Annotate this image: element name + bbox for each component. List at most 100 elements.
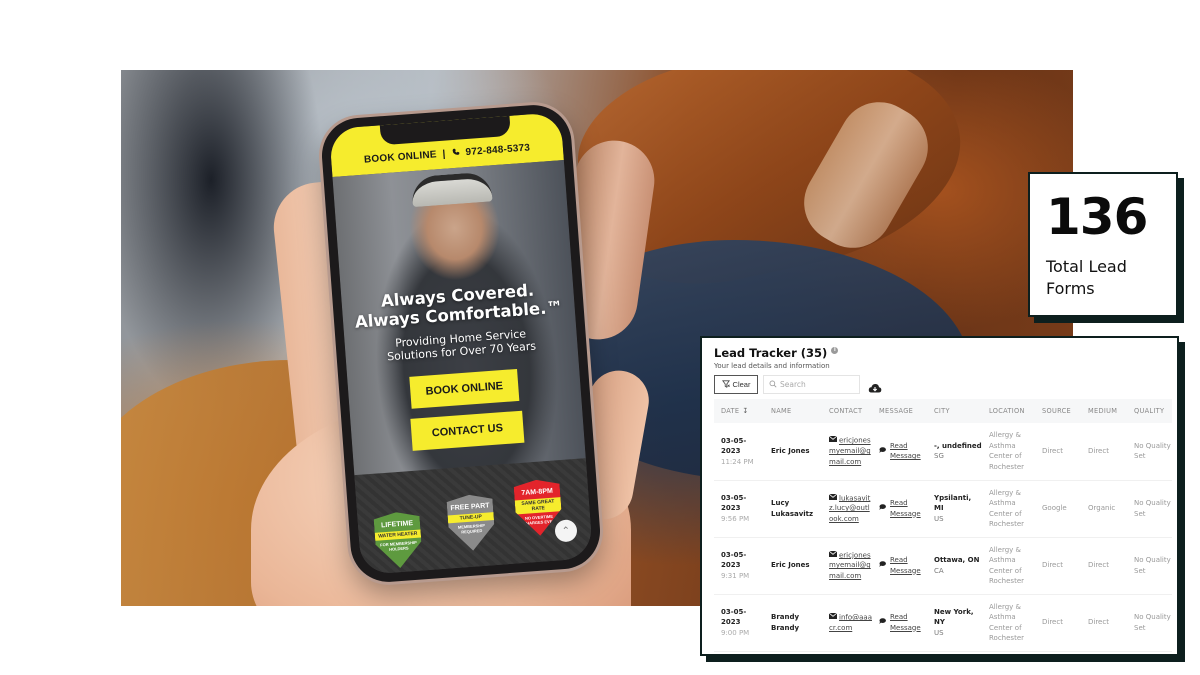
search-input[interactable] <box>780 380 850 389</box>
cell-location: Allergy & Asthma Center of Rochester <box>982 480 1035 538</box>
read-message-link[interactable]: Read Message <box>890 498 927 519</box>
chat-bubble-icon <box>879 617 886 628</box>
cell-source: Direct <box>1035 423 1081 481</box>
cell-city: Ottawa, ON CA <box>927 537 982 595</box>
sort-descending-icon[interactable]: ↧ <box>742 407 748 415</box>
badge-caption: MEMBERSHIP REQUIRED <box>457 522 486 535</box>
column-header-location[interactable]: LOCATION <box>982 399 1035 423</box>
lead-location: Allergy & Asthma Center of Rochester <box>989 602 1024 643</box>
lead-tracker-panel: Lead Tracker (35) i Your lead details an… <box>700 336 1179 656</box>
info-icon[interactable]: i <box>831 346 839 354</box>
badge-free-part[interactable]: FREE PART TUNE-UP MEMBERSHIP REQUIRED <box>446 493 496 552</box>
lead-city: Ypsilanti, MI <box>934 493 972 513</box>
column-header-medium[interactable]: MEDIUM <box>1081 399 1127 423</box>
lead-time: 11:24 PM <box>721 457 754 466</box>
cell-city: Ypsilanti, MI US <box>927 480 982 538</box>
table-row[interactable]: 03-05-2023 9:31 PM Eric Jones ericjonesmy… <box>714 537 1172 595</box>
hero-headline: Always Covered. Always Comfortable.™ <box>341 278 575 333</box>
lead-medium: Direct <box>1088 618 1109 627</box>
cloud-download-icon[interactable] <box>868 379 882 392</box>
column-header-contact[interactable]: CONTACT <box>822 399 872 423</box>
lead-date: 03-05-2023 <box>721 493 747 513</box>
lead-tracker-title: Lead Tracker (35) <box>714 346 828 360</box>
lead-tracker-toolbar: Clear <box>714 375 1165 394</box>
lead-city: Ottawa, ON <box>934 556 980 564</box>
lead-date: 03-05-2023 <box>721 607 747 627</box>
top-book-online-link[interactable]: BOOK ONLINE <box>364 149 437 165</box>
column-header-date[interactable]: DATE ↧ <box>714 399 764 423</box>
badge-caption: FOR MEMBERSHIP HOLDERS <box>380 539 417 552</box>
clear-filters-label: Clear <box>732 380 751 389</box>
lead-tracker-subtitle: Your lead details and information <box>714 362 830 370</box>
lead-medium: Organic <box>1088 504 1116 513</box>
phone-number-link[interactable]: 972-848-5373 <box>465 142 530 158</box>
badge-title: 7AM-8PM <box>521 487 554 497</box>
lead-medium: Direct <box>1088 561 1109 570</box>
lead-quality: No Quality Set <box>1134 441 1171 461</box>
total-lead-forms-card: 136 Total Lead Forms <box>1028 172 1178 317</box>
clear-filters-button[interactable]: Clear <box>714 375 758 394</box>
stat-label-line1: Total Lead <box>1046 257 1127 276</box>
lead-name: Eric Jones <box>771 447 810 455</box>
lead-country: US <box>934 628 944 637</box>
cell-name: Brandy Brandy <box>764 594 822 652</box>
lead-tracker-header: Lead Tracker (35) i <box>714 346 1165 360</box>
read-message-link[interactable]: Read Message <box>890 441 927 462</box>
lead-quality: No Quality Set <box>1134 556 1171 575</box>
column-header-city[interactable]: CITY <box>927 399 982 423</box>
search-field[interactable] <box>763 375 860 394</box>
contact-us-button[interactable]: CONTACT US <box>410 410 525 451</box>
badge-title: LIFETIME <box>380 520 414 530</box>
phone-screen: BOOK ONLINE | 972-848-5373 Always Covere… <box>328 112 594 575</box>
cell-quality: No Quality Set <box>1127 480 1172 538</box>
mail-icon <box>828 550 838 561</box>
chat-bubble-icon <box>879 560 886 571</box>
column-header-source[interactable]: SOURCE <box>1035 399 1081 423</box>
scroll-to-top-button[interactable]: ⌃ <box>554 519 578 543</box>
hero-subtitle: Providing Home Service Solutions for Ove… <box>344 324 577 367</box>
chat-bubble-icon <box>879 503 886 514</box>
cell-name: Eric Jones <box>764 423 822 481</box>
lead-name: Eric Jones <box>771 561 810 570</box>
chat-bubble-icon <box>879 446 886 457</box>
cell-name: Eric Jones <box>764 537 822 595</box>
table-row[interactable]: 03-05-2023 9:00 PM Brandy Brandy info@aaa… <box>714 594 1172 652</box>
cell-source: Direct <box>1035 537 1081 595</box>
lead-medium: Direct <box>1088 447 1109 455</box>
cell-source: Google <box>1035 480 1081 538</box>
cell-quality: No Quality Set <box>1127 594 1172 652</box>
column-header-name[interactable]: NAME <box>764 399 822 423</box>
cell-message: Read Message <box>872 594 927 652</box>
cell-message: Read Message <box>872 537 927 595</box>
read-message-link[interactable]: Read Message <box>890 555 927 576</box>
mail-icon <box>828 435 838 446</box>
lead-location: Allergy & Asthma Center of Rochester <box>989 431 1024 471</box>
cell-message: Read Message <box>872 423 927 481</box>
cell-date: 03-05-2023 9:31 PM <box>714 537 764 595</box>
cell-quality: No Quality Set <box>1127 423 1172 481</box>
column-header-message[interactable]: MESSAGE <box>872 399 927 423</box>
lead-quality: No Quality Set <box>1134 613 1171 632</box>
book-online-button[interactable]: BOOK ONLINE <box>409 368 520 409</box>
lead-time: 9:56 PM <box>721 514 750 523</box>
cell-medium: Direct <box>1081 594 1127 652</box>
column-header-quality[interactable]: QUALITY <box>1127 399 1172 423</box>
smartphone: BOOK ONLINE | 972-848-5373 Always Covere… <box>319 102 603 585</box>
technician-cap <box>410 171 493 208</box>
cell-date: 03-05-2023 11:24 PM <box>714 423 764 481</box>
mail-icon <box>828 612 838 623</box>
promo-badges: LIFETIME WATER HEATER FOR MEMBERSHIP HOL… <box>354 458 594 575</box>
table-row[interactable]: 03-05-2023 9:56 PM Lucy Lukasavitz lukasa… <box>714 480 1172 538</box>
cell-source: Direct <box>1035 594 1081 652</box>
phone-icon <box>451 148 460 160</box>
cell-name: Lucy Lukasavitz <box>764 480 822 538</box>
read-message-link[interactable]: Read Message <box>890 612 927 633</box>
badge-lifetime-water-heater[interactable]: LIFETIME WATER HEATER FOR MEMBERSHIP HOL… <box>373 511 423 570</box>
lead-time: 9:31 PM <box>721 571 750 580</box>
leads-table: DATE ↧ NAME CONTACT MESSAGE CITY LOCATION… <box>714 399 1172 652</box>
cell-contact: info@aaacr.com <box>822 594 872 652</box>
site-hero: Always Covered. Always Comfortable.™ Pro… <box>332 159 586 477</box>
table-row[interactable]: 03-05-2023 11:24 PM Eric Jones ericjonesm… <box>714 423 1172 481</box>
lead-date: 03-05-2023 <box>721 436 747 456</box>
cell-location: Allergy & Asthma Center of Rochester <box>982 423 1035 481</box>
